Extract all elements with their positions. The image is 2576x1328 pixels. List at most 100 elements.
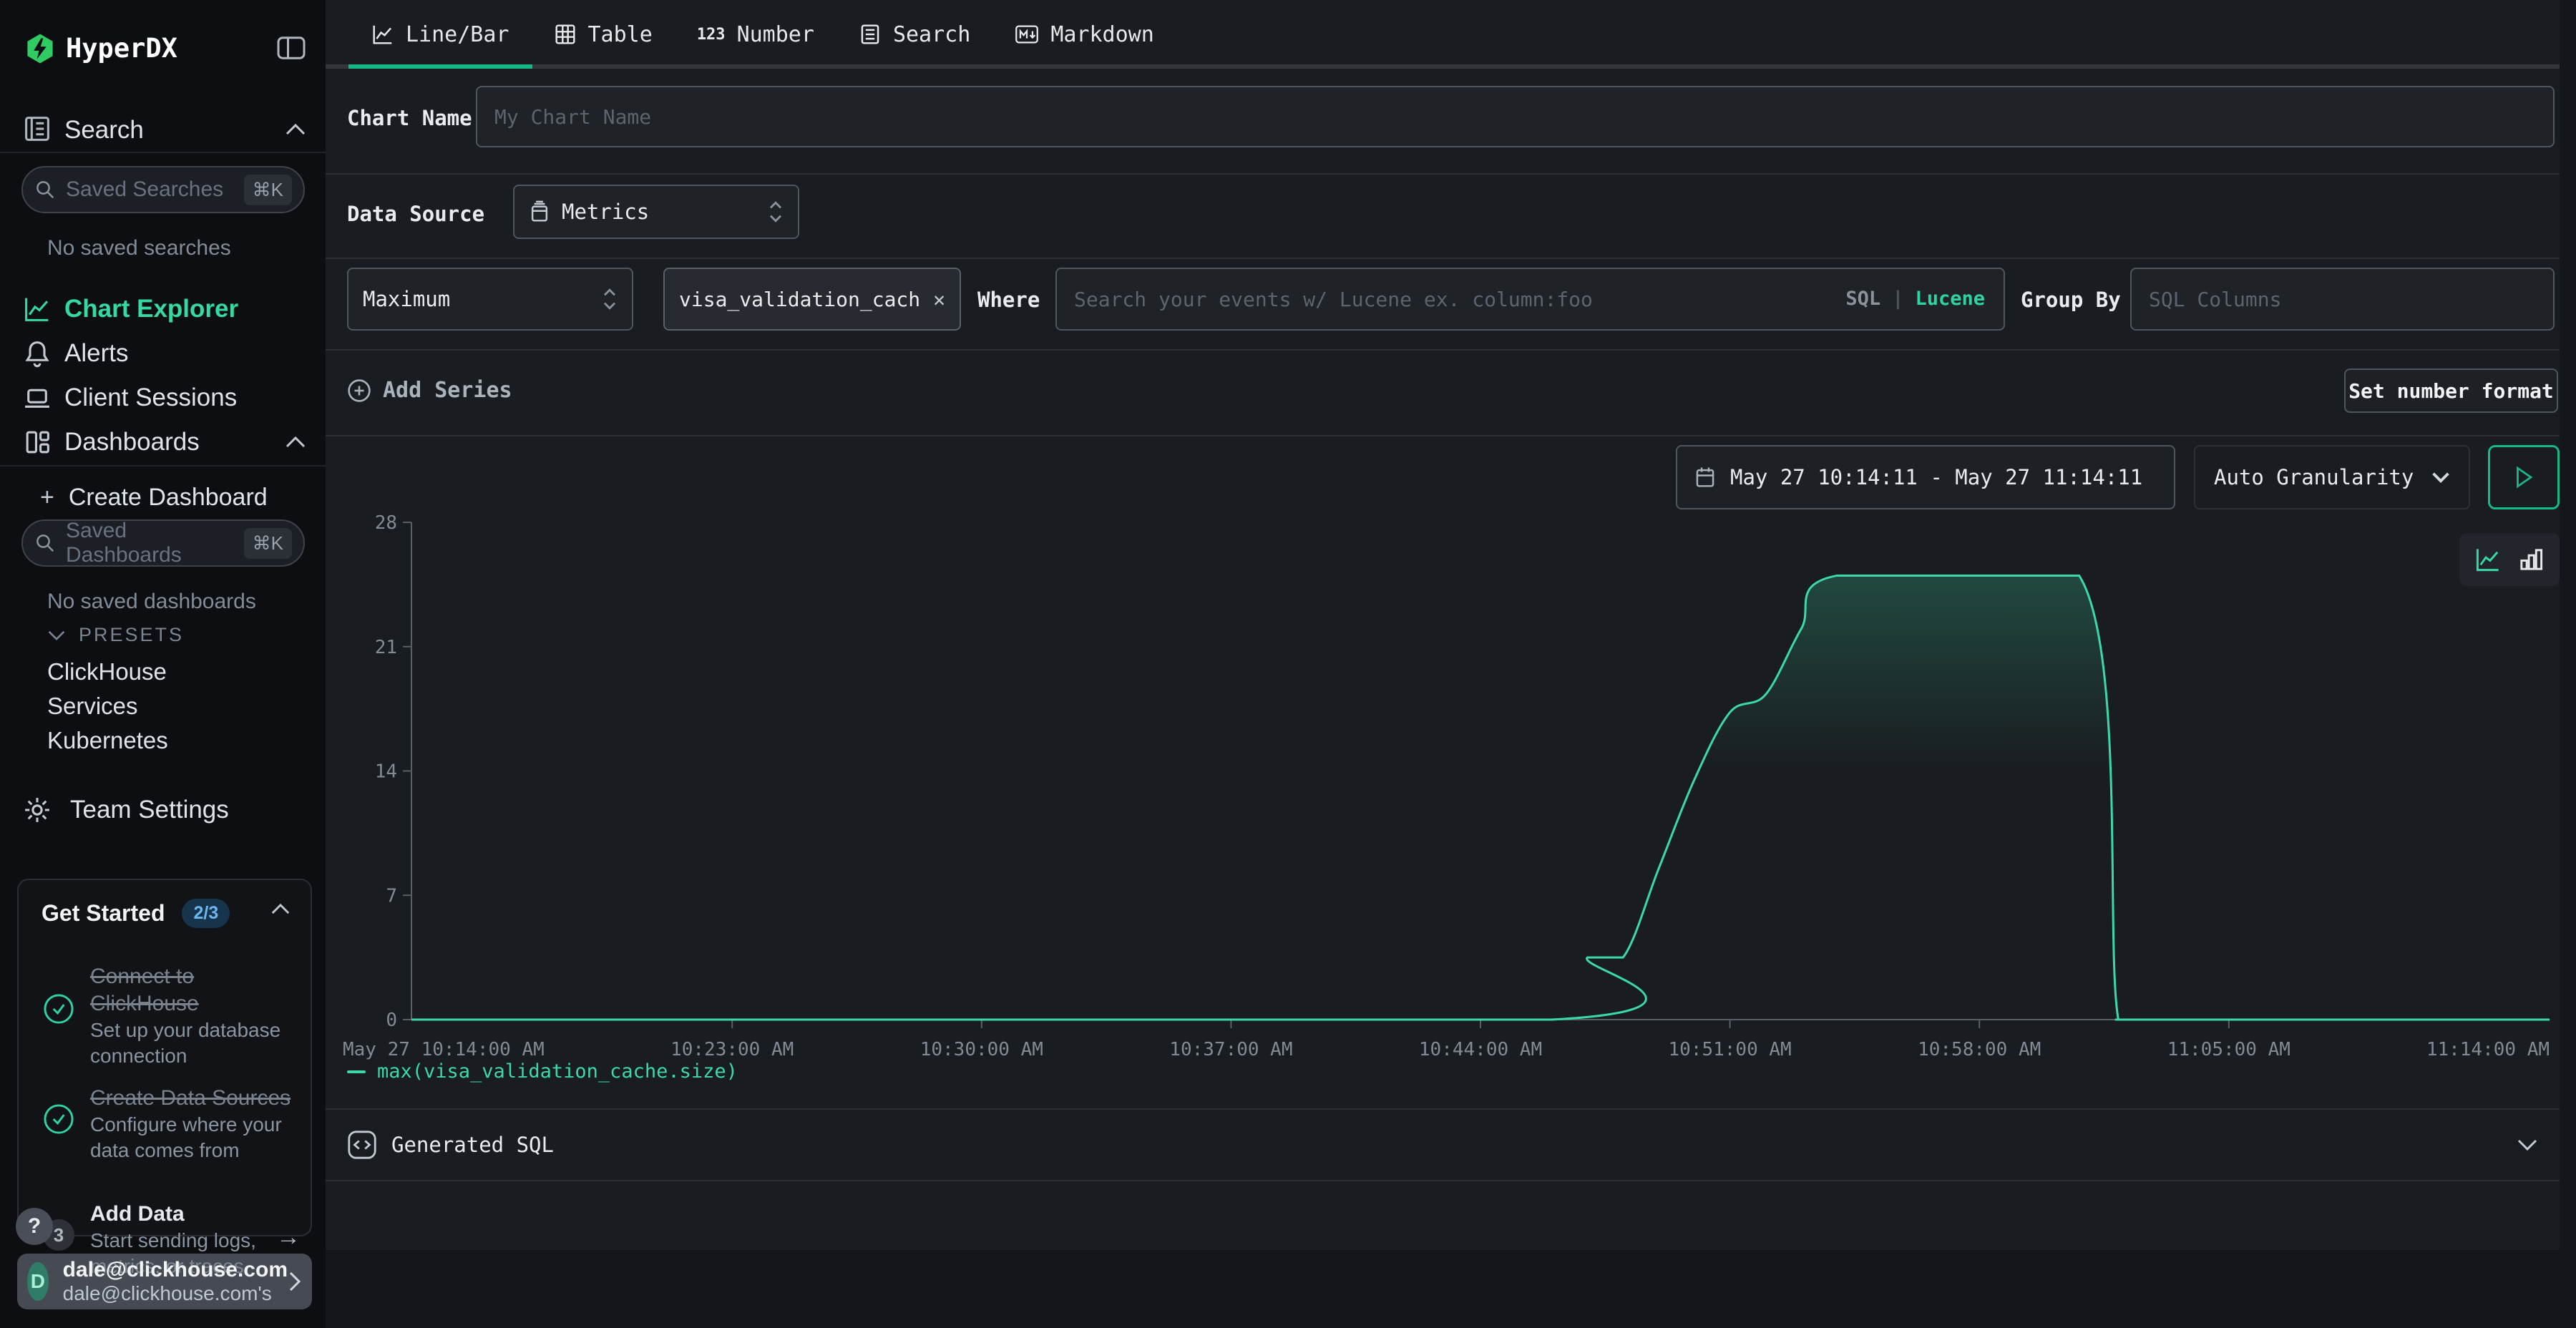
select-chevrons-icon	[768, 200, 784, 224]
chart-name-label: Chart Name	[347, 106, 472, 130]
chart-type-tabs: Line/Bar Table 123 Number Search	[326, 0, 2560, 69]
shortcut-badge: ⌘K	[244, 175, 292, 205]
chart-name-input[interactable]	[476, 86, 2555, 147]
tab-table[interactable]: Table	[554, 0, 653, 69]
metric-field-tag[interactable]: visa_validation_cach ✕	[663, 268, 961, 331]
help-button[interactable]: ?	[16, 1208, 53, 1245]
get-started-item-datasources[interactable]: Create Data Sources Configure where your…	[43, 1085, 293, 1163]
number-123-icon: 123	[697, 26, 726, 44]
run-query-button[interactable]	[2488, 445, 2560, 509]
no-saved-searches-text: No saved searches	[47, 236, 231, 260]
sidebar-divider	[0, 465, 326, 467]
sidebar-item-client-sessions[interactable]: Client Sessions	[0, 378, 326, 418]
shortcut-badge: ⌘K	[244, 528, 292, 559]
svg-text:21: 21	[375, 637, 397, 658]
sidebar-item-team-settings[interactable]: Team Settings	[23, 796, 229, 824]
divider	[326, 349, 2560, 351]
svg-text:10:30:00 AM: 10:30:00 AM	[920, 1039, 1043, 1060]
table-icon	[554, 23, 577, 46]
get-started-card: Get Started 2/3 Connect to ClickHouse Se…	[17, 879, 312, 1236]
chevron-down-icon	[2431, 472, 2450, 483]
plus-icon: +	[40, 484, 54, 512]
sidebar-collapse-icon[interactable]	[276, 34, 306, 62]
search-collapse-chevron-icon[interactable]	[285, 123, 306, 136]
group-by-label: Group By	[2021, 288, 2121, 312]
preset-kubernetes[interactable]: Kubernetes	[47, 727, 168, 754]
main-panel: Line/Bar Table 123 Number Search	[326, 0, 2560, 1328]
check-circle-icon	[43, 993, 74, 1069]
gear-icon	[23, 796, 52, 824]
add-series-button[interactable]: Add Series	[347, 378, 512, 403]
preset-clickhouse[interactable]: ClickHouse	[47, 658, 167, 685]
plus-circle-icon	[347, 379, 371, 403]
chevron-down-icon[interactable]	[2517, 1138, 2538, 1151]
tab-search[interactable]: Search	[859, 0, 970, 69]
svg-text:10:58:00 AM: 10:58:00 AM	[1918, 1039, 2041, 1060]
user-subtitle: dale@clickhouse.com's	[63, 1282, 288, 1305]
svg-text:14: 14	[375, 761, 397, 783]
chart-canvas[interactable]: 0714212810:23:00 AM10:30:00 AM10:37:00 A…	[326, 501, 2560, 1066]
user-email: dale@clickhouse.com	[63, 1258, 288, 1282]
svg-text:28: 28	[375, 512, 397, 534]
magnifier-icon	[34, 532, 56, 554]
select-chevrons-icon	[602, 287, 618, 311]
search-section-icon	[23, 114, 52, 143]
aggregation-select[interactable]: Maximum	[347, 268, 633, 331]
svg-text:May 27 10:14:00 AM: May 27 10:14:00 AM	[343, 1039, 545, 1060]
app-root: HyperDX Search Saved Searches ⌘K No save…	[0, 0, 2576, 1328]
user-menu[interactable]: D dale@clickhouse.com dale@clickhouse.co…	[17, 1254, 312, 1309]
sidebar-section-search[interactable]: Search	[64, 116, 144, 145]
presets-toggle[interactable]: PRESETS	[47, 624, 184, 646]
saved-searches-input[interactable]: Saved Searches ⌘K	[21, 166, 305, 213]
sidebar-item-dashboards[interactable]: Dashboards	[0, 422, 326, 462]
brand-title: HyperDX	[66, 33, 177, 64]
preset-services[interactable]: Services	[47, 693, 138, 720]
page-right-edge	[2560, 0, 2576, 1328]
svg-text:10:37:00 AM: 10:37:00 AM	[1169, 1039, 1292, 1060]
svg-text:7: 7	[386, 885, 397, 907]
legend-line-swatch	[347, 1070, 366, 1073]
divider	[326, 258, 2560, 259]
tab-line-bar[interactable]: Line/Bar	[371, 0, 509, 69]
svg-text:10:51:00 AM: 10:51:00 AM	[1669, 1039, 1792, 1060]
markdown-icon	[1015, 24, 1039, 44]
svg-text:11:05:00 AM: 11:05:00 AM	[2167, 1039, 2290, 1060]
get-started-title: Get Started	[42, 900, 165, 927]
svg-text:10:23:00 AM: 10:23:00 AM	[670, 1039, 794, 1060]
dashboards-collapse-chevron-icon[interactable]	[285, 436, 306, 449]
code-icon	[347, 1130, 377, 1160]
generated-sql-label: Generated SQL	[391, 1133, 554, 1157]
data-source-select[interactable]: Metrics	[513, 185, 799, 239]
lang-lucene-toggle[interactable]: Lucene	[1915, 288, 1985, 310]
where-label: Where	[977, 288, 1040, 312]
saved-dashboards-input[interactable]: Saved Dashboards ⌘K	[21, 519, 305, 567]
line-chart-icon	[23, 295, 52, 323]
tab-number[interactable]: 123 Number	[697, 0, 814, 69]
date-range-picker[interactable]: May 27 10:14:11 - May 27 11:14:11	[1676, 445, 2175, 509]
set-number-format-button[interactable]: Set number format	[2344, 368, 2558, 413]
remove-metric-icon[interactable]: ✕	[933, 288, 945, 311]
laptop-icon	[23, 384, 52, 412]
saved-searches-placeholder: Saved Searches	[66, 177, 244, 202]
create-dashboard-button[interactable]: + Create Dashboard	[40, 484, 268, 512]
sidebar: HyperDX Search Saved Searches ⌘K No save…	[0, 0, 326, 1328]
database-icon	[529, 200, 550, 223]
tab-markdown[interactable]: Markdown	[1015, 0, 1154, 69]
check-circle-icon	[43, 1103, 74, 1163]
sidebar-item-alerts[interactable]: Alerts	[0, 333, 326, 374]
line-chart-icon	[371, 23, 394, 46]
svg-text:11:14:00 AM: 11:14:00 AM	[2426, 1039, 2550, 1060]
granularity-select[interactable]: Auto Granularity	[2194, 445, 2470, 509]
chevron-down-icon	[47, 630, 66, 641]
saved-dashboards-placeholder: Saved Dashboards	[66, 519, 244, 567]
generated-sql-row[interactable]: Generated SQL	[326, 1108, 2560, 1181]
sidebar-item-chart-explorer[interactable]: Chart Explorer	[0, 289, 326, 329]
lang-sql-toggle[interactable]: SQL	[1845, 288, 1880, 310]
group-by-input[interactable]	[2130, 268, 2555, 331]
bell-icon	[23, 339, 52, 368]
calendar-icon	[1694, 466, 1716, 489]
chart-legend[interactable]: max(visa_validation_cache.size)	[347, 1060, 738, 1083]
get-started-item-connect[interactable]: Connect to ClickHouse Set up your databa…	[43, 963, 293, 1069]
get-started-collapse-chevron-icon[interactable]	[270, 903, 291, 915]
magnifier-icon	[34, 179, 56, 200]
